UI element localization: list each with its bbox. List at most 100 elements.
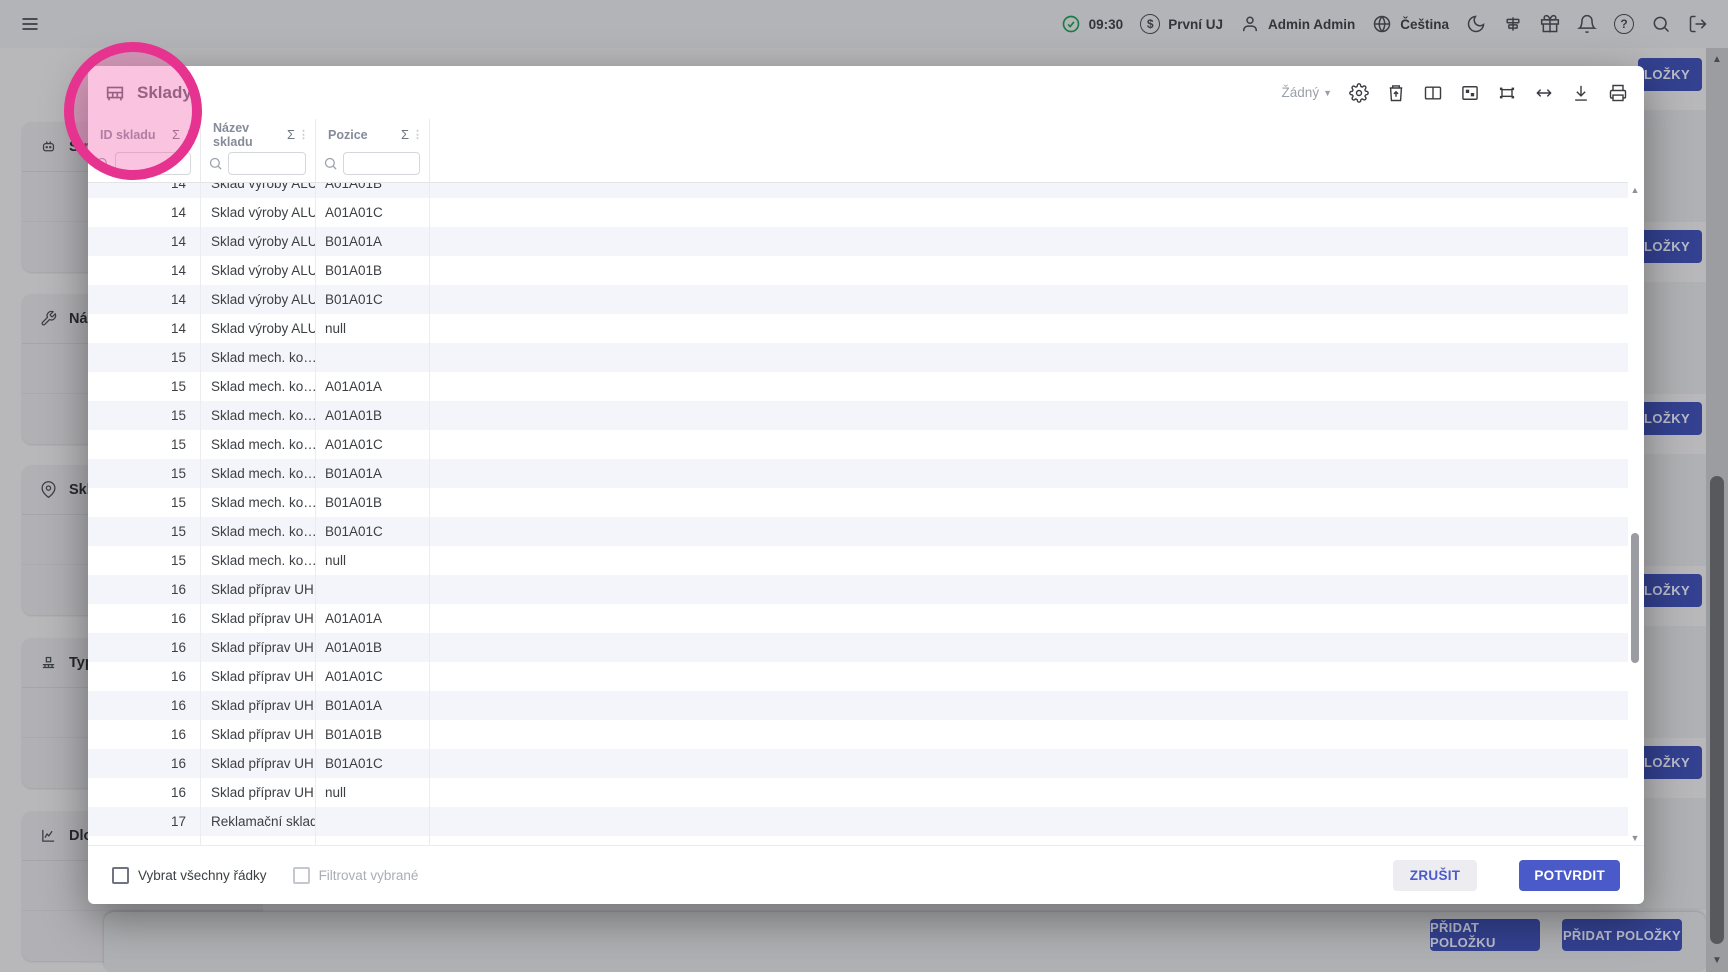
- search-icon: [208, 156, 223, 171]
- table-row[interactable]: 17 Reklamační sklad null: [88, 836, 1628, 845]
- cell-empty: [430, 459, 1628, 488]
- cell-id-skladu: 14: [88, 285, 201, 314]
- cell-empty: [430, 256, 1628, 285]
- table-row[interactable]: 15 Sklad mech. ko… A01A01C: [88, 430, 1628, 459]
- table-row[interactable]: 14 Sklad výroby ALU B01A01A: [88, 227, 1628, 256]
- table-row[interactable]: 15 Sklad mech. ko… B01A01A: [88, 459, 1628, 488]
- download-icon[interactable]: [1571, 83, 1591, 103]
- cell-pozice: [316, 807, 430, 836]
- select-all-checkbox[interactable]: [112, 866, 129, 884]
- dialog-header: Sklady Žádný ▼: [88, 66, 1644, 119]
- table-row[interactable]: 16 Sklad příprav UH A01A01C: [88, 662, 1628, 691]
- cell-id-skladu: 15: [88, 459, 201, 488]
- table-row[interactable]: 14 Sklad výroby ALU A01A01C: [88, 198, 1628, 227]
- image-icon[interactable]: [1460, 83, 1480, 103]
- column-menu-icon[interactable]: ⋮: [183, 128, 194, 141]
- expand-horizontal-icon[interactable]: [1534, 83, 1554, 103]
- sigma-icon[interactable]: Σ: [287, 127, 295, 142]
- table-scrollbar-thumb[interactable]: [1631, 533, 1639, 663]
- cell-pozice: A01A01C: [316, 662, 430, 691]
- table-row[interactable]: 14 Sklad výroby ALU B01A01B: [88, 256, 1628, 285]
- cell-nazev-skladu: Sklad mech. ko…: [201, 459, 316, 488]
- aggregation-select[interactable]: Žádný ▼: [1282, 85, 1332, 100]
- cell-nazev-skladu: Sklad výroby ALU: [201, 314, 316, 343]
- aggregation-value: Žádný: [1281, 85, 1320, 100]
- cell-nazev-skladu: Sklad výroby ALU: [201, 256, 316, 285]
- cell-id-skladu: 16: [88, 662, 201, 691]
- cell-id-skladu: 16: [88, 633, 201, 662]
- column-header-id-skladu[interactable]: ID skladu Σ ⋮: [88, 119, 201, 150]
- column-menu-icon[interactable]: ⋮: [412, 128, 423, 141]
- table-row[interactable]: 15 Sklad mech. ko… B01A01C: [88, 517, 1628, 546]
- table-row[interactable]: 14 Sklad výroby ALU A01A01B: [88, 183, 1628, 198]
- cell-nazev-skladu: Sklad mech. ko…: [201, 488, 316, 517]
- table-scrollbar[interactable]: ▲ ▼: [1628, 183, 1642, 845]
- select-area-icon[interactable]: [1497, 83, 1517, 103]
- filter-input-id-skladu[interactable]: [115, 151, 191, 175]
- cell-empty: [430, 227, 1628, 256]
- table-row[interactable]: 15 Sklad mech. ko… A01A01B: [88, 401, 1628, 430]
- table-row[interactable]: 16 Sklad příprav UH B01A01C: [88, 749, 1628, 778]
- table-row[interactable]: 17 Reklamační sklad: [88, 807, 1628, 836]
- cell-pozice: A01A01C: [316, 430, 430, 459]
- filter-input-nazev-skladu[interactable]: [228, 151, 306, 175]
- cell-nazev-skladu: Sklad výroby ALU: [201, 183, 316, 198]
- cell-pozice: A01A01A: [316, 604, 430, 633]
- cell-id-skladu: 15: [88, 517, 201, 546]
- sigma-icon[interactable]: Σ: [172, 127, 180, 142]
- table-row[interactable]: 16 Sklad příprav UH B01A01B: [88, 720, 1628, 749]
- table-row[interactable]: 16 Sklad příprav UH B01A01A: [88, 691, 1628, 720]
- filter-input-pozice[interactable]: [343, 151, 420, 175]
- print-icon[interactable]: [1608, 83, 1628, 103]
- cell-pozice: B01A01A: [316, 459, 430, 488]
- table-row[interactable]: 16 Sklad příprav UH null: [88, 778, 1628, 807]
- cell-id-skladu: 15: [88, 343, 201, 372]
- delete-icon[interactable]: [1386, 83, 1406, 103]
- split-columns-icon[interactable]: [1423, 83, 1443, 103]
- table-row[interactable]: 16 Sklad příprav UH A01A01A: [88, 604, 1628, 633]
- cell-id-skladu: 15: [88, 430, 201, 459]
- cell-empty: [430, 343, 1628, 372]
- cell-empty: [430, 836, 1628, 845]
- table-row[interactable]: 15 Sklad mech. ko… null: [88, 546, 1628, 575]
- table-row[interactable]: 14 Sklad výroby ALU B01A01C: [88, 285, 1628, 314]
- cell-empty: [430, 183, 1628, 198]
- table-row[interactable]: 16 Sklad příprav UH: [88, 575, 1628, 604]
- cell-id-skladu: 15: [88, 488, 201, 517]
- confirm-button[interactable]: POTVRDIT: [1519, 859, 1620, 891]
- column-label: Název skladu: [213, 120, 253, 149]
- warehouse-icon: [104, 82, 126, 104]
- table-row[interactable]: 15 Sklad mech. ko… B01A01B: [88, 488, 1628, 517]
- select-all-rows[interactable]: Vybrat všechny řádky: [112, 866, 267, 884]
- select-all-label: Vybrat všechny řádky: [138, 867, 267, 883]
- gear-icon[interactable]: [1349, 82, 1369, 103]
- sigma-icon[interactable]: Σ: [401, 127, 409, 142]
- cell-nazev-skladu: Sklad příprav UH: [201, 691, 316, 720]
- column-header-nazev-skladu[interactable]: Název skladu Σ ⋮: [201, 119, 316, 150]
- cell-id-skladu: 16: [88, 749, 201, 778]
- cell-empty: [430, 401, 1628, 430]
- scroll-down-arrow[interactable]: ▼: [1628, 833, 1642, 843]
- column-menu-icon[interactable]: ⋮: [298, 128, 309, 141]
- cell-id-skladu: 14: [88, 227, 201, 256]
- cell-empty: [430, 604, 1628, 633]
- table-row[interactable]: 16 Sklad příprav UH A01A01B: [88, 633, 1628, 662]
- column-header-empty: [430, 119, 1628, 150]
- table-row[interactable]: 15 Sklad mech. ko… A01A01A: [88, 372, 1628, 401]
- table-row[interactable]: 14 Sklad výroby ALU null: [88, 314, 1628, 343]
- scroll-up-arrow[interactable]: ▲: [1628, 185, 1642, 195]
- table-body[interactable]: 14 Sklad výroby ALU A01A01B 14 Sklad výr…: [88, 183, 1628, 845]
- search-icon: [323, 156, 338, 171]
- cell-id-skladu: 17: [88, 807, 201, 836]
- cell-pozice: null: [316, 546, 430, 575]
- cell-nazev-skladu: Reklamační sklad: [201, 836, 316, 845]
- table-row[interactable]: 15 Sklad mech. ko…: [88, 343, 1628, 372]
- cell-pozice: null: [316, 778, 430, 807]
- cancel-button[interactable]: ZRUŠIT: [1392, 859, 1478, 891]
- column-header-pozice[interactable]: Pozice Σ ⋮: [316, 119, 430, 150]
- cell-nazev-skladu: Sklad výroby ALU: [201, 198, 316, 227]
- cell-id-skladu: 15: [88, 372, 201, 401]
- cell-nazev-skladu: Sklad mech. ko…: [201, 517, 316, 546]
- cell-id-skladu: 17: [88, 836, 201, 845]
- cell-nazev-skladu: Sklad výroby ALU: [201, 285, 316, 314]
